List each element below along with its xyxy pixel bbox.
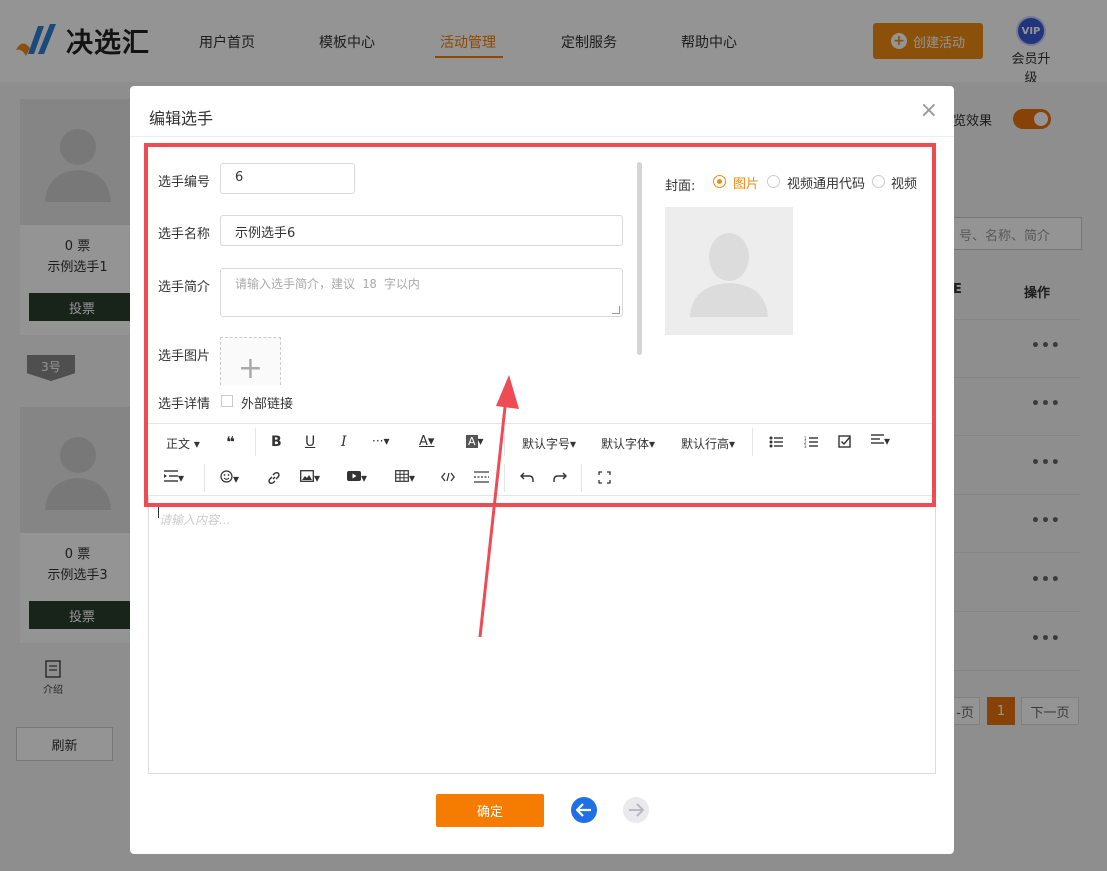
numbered-list-icon[interactable]: 123 (804, 436, 818, 448)
player-name-input[interactable]: 示例选手6 (220, 215, 623, 246)
player-number-label: 选手编号 (158, 175, 211, 190)
align-icon (871, 434, 884, 444)
indent-icon (164, 470, 178, 482)
video-dropdown[interactable]: ▾ (347, 470, 367, 485)
justify-dropdown[interactable]: ▾ (871, 433, 890, 448)
image-icon (300, 470, 314, 482)
chevron-down-icon: ▾ (193, 437, 200, 451)
player-intro-label: 选手简介 (158, 280, 211, 295)
italic-icon[interactable]: I (341, 434, 347, 450)
svg-text:3: 3 (804, 444, 807, 448)
font-family-dropdown[interactable]: 默认字体▾ (601, 435, 655, 452)
arrow-left-icon (576, 803, 591, 817)
redo-icon[interactable] (553, 471, 567, 483)
line-height-dropdown[interactable]: 默认行高▾ (681, 435, 735, 452)
image-upload-button[interactable]: + (220, 337, 281, 386)
chevron-down-icon: ▾ (314, 471, 321, 485)
cover-radio-image[interactable] (713, 175, 726, 188)
avatar-placeholder-icon (690, 233, 768, 317)
paragraph-format-label: 正文 (166, 437, 191, 451)
player-intro-textarea[interactable]: 请输入选手简介，建议 18 字以内 (220, 268, 623, 317)
chevron-down-icon: ▾ (427, 434, 435, 449)
cover-radio-video[interactable] (872, 175, 885, 188)
chevron-down-icon: ▾ (477, 434, 484, 448)
emoji-dropdown[interactable]: ▾ (220, 470, 239, 486)
cover-radio-video-code[interactable] (767, 175, 780, 188)
rich-text-editor[interactable]: 请输入内容... (148, 496, 936, 774)
chevron-down-icon: ▾ (361, 471, 368, 485)
chevron-down-icon: ▾ (570, 437, 577, 451)
undo-icon[interactable] (520, 471, 534, 483)
chevron-down-icon: ▾ (649, 437, 656, 451)
toolbar-separator (581, 464, 582, 492)
background-color-dropdown[interactable]: A ▾ (466, 434, 484, 448)
next-player-button[interactable] (623, 797, 649, 823)
cover-radio-video-code-label[interactable]: 视频通用代码 (787, 173, 865, 192)
font-size-label: 默认字号 (522, 437, 571, 451)
player-number-input[interactable]: 6 (220, 163, 355, 194)
table-dropdown[interactable]: ▾ (395, 470, 415, 485)
indent-dropdown[interactable]: ▾ (164, 470, 184, 485)
toolbar-separator (255, 428, 256, 456)
chevron-down-icon: ▾ (409, 471, 416, 485)
edit-player-dialog: 编辑选手 × 选手编号 6 选手名称 示例选手6 选手简介 请输入选手简介，建议… (130, 86, 954, 854)
form-scrollbar[interactable] (637, 162, 642, 355)
cover-image-preview[interactable] (665, 207, 793, 335)
font-family-label: 默认字体 (601, 437, 650, 451)
cover-label: 封面: (665, 179, 696, 194)
underline-icon[interactable]: U (305, 434, 315, 450)
paragraph-format-dropdown[interactable]: 正文 ▾ (166, 435, 200, 452)
line-height-label: 默认行高 (681, 437, 730, 451)
horizontal-line-icon[interactable] (474, 471, 489, 483)
table-icon (395, 470, 409, 482)
previous-player-button[interactable] (571, 797, 597, 823)
chevron-down-icon: ▾ (233, 472, 240, 486)
resize-handle-icon[interactable] (612, 306, 620, 314)
editor-toolbar: 正文 ▾ ❝ B U I ···▾ A▾ A ▾ 默认字号▾ 默认字体▾ 默认行高… (148, 423, 936, 496)
player-image-label: 选手图片 (158, 349, 211, 364)
bold-icon[interactable]: B (271, 434, 282, 450)
image-dropdown[interactable]: ▾ (300, 470, 320, 485)
dialog-header-divider (130, 136, 954, 137)
arrow-right-icon (629, 803, 644, 817)
dialog-title: 编辑选手 (149, 109, 214, 128)
background-color-icon: A (466, 435, 478, 448)
external-link-checkbox[interactable] (221, 395, 233, 407)
toolbar-separator (204, 464, 205, 492)
player-name-label: 选手名称 (158, 227, 211, 242)
link-icon[interactable] (267, 471, 281, 485)
chevron-down-icon: ▾ (178, 471, 185, 485)
player-detail-label: 选手详情 (158, 397, 211, 412)
chevron-down-icon: ▾ (884, 434, 891, 448)
todo-list-icon[interactable] (838, 435, 852, 449)
chevron-down-icon: ▾ (729, 437, 736, 451)
font-color-dropdown[interactable]: A▾ (419, 434, 434, 449)
emoji-icon (220, 470, 233, 483)
external-link-label[interactable]: 外部链接 (241, 393, 293, 412)
toolbar-separator (504, 428, 505, 456)
close-icon[interactable]: × (920, 98, 938, 123)
cover-radio-image-label[interactable]: 图片 (733, 173, 759, 192)
more-formats-dropdown[interactable]: ···▾ (372, 434, 389, 448)
more-icon: ··· (372, 434, 384, 448)
confirm-button[interactable]: 确定 (436, 794, 544, 827)
toolbar-separator (504, 464, 505, 492)
bullet-list-icon[interactable] (769, 436, 783, 448)
fullscreen-icon[interactable] (598, 471, 611, 484)
chevron-down-icon: ▾ (383, 434, 390, 448)
font-size-dropdown[interactable]: 默认字号▾ (522, 435, 576, 452)
font-color-icon: A (419, 434, 428, 449)
toolbar-separator (752, 428, 753, 456)
quote-icon[interactable]: ❝ (226, 433, 235, 451)
video-icon (347, 471, 361, 481)
intro-placeholder: 请输入选手简介，建议 18 字以内 (235, 277, 420, 291)
cover-radio-video-label[interactable]: 视频 (891, 173, 917, 192)
editor-placeholder: 请输入内容... (159, 513, 231, 527)
code-icon[interactable] (441, 472, 455, 482)
plus-icon: + (237, 351, 264, 386)
